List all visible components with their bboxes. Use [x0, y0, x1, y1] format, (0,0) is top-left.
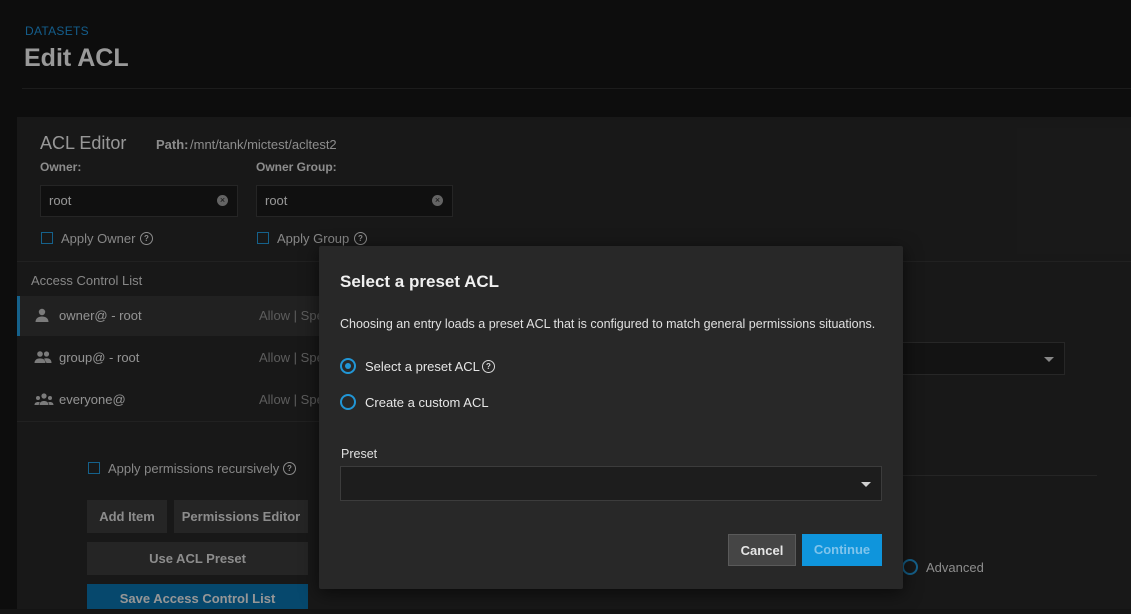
preset-acl-radio[interactable] — [340, 358, 356, 374]
custom-acl-option-label: Create a custom ACL — [365, 395, 489, 410]
cancel-button[interactable]: Cancel — [728, 534, 796, 566]
chevron-down-icon — [861, 482, 871, 487]
preset-label: Preset — [341, 447, 378, 461]
dialog-title: Select a preset ACL — [340, 272, 500, 291]
custom-acl-radio[interactable] — [340, 394, 356, 410]
help-preset-icon[interactable]: ? — [482, 360, 495, 373]
preset-select[interactable] — [340, 466, 882, 501]
dialog-description: Choosing an entry loads a preset ACL tha… — [340, 317, 876, 331]
continue-button[interactable]: Continue — [802, 534, 882, 566]
preset-acl-option-label: Select a preset ACL — [365, 359, 480, 374]
preset-acl-dialog: Select a preset ACL Choosing an entry lo… — [319, 246, 903, 589]
